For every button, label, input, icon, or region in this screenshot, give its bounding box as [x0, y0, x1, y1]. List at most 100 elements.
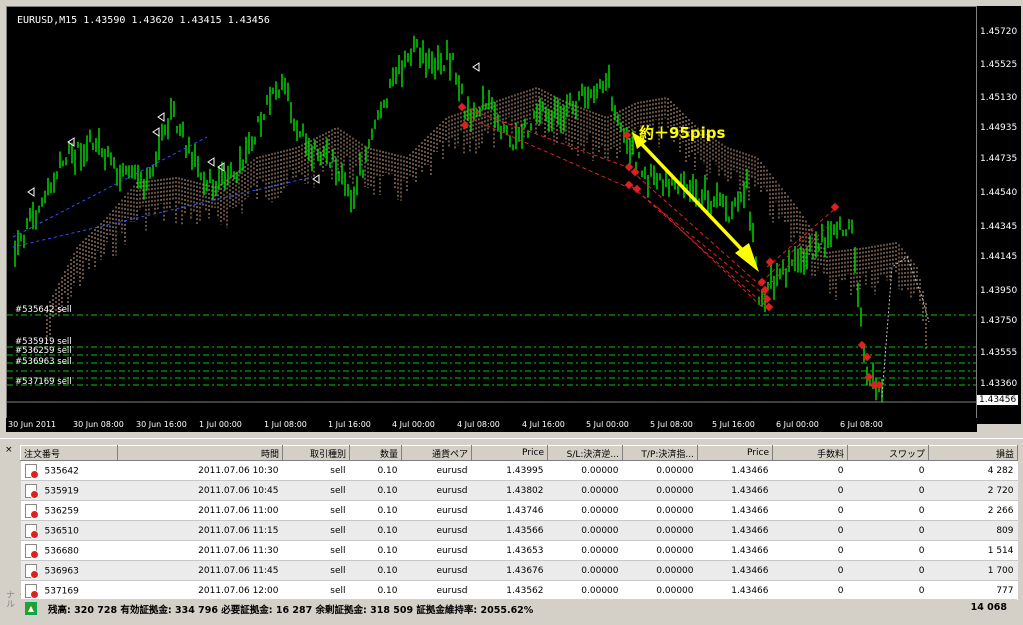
time-tick: 1 Jul 16:00 [328, 420, 371, 429]
col-profit[interactable]: 損益 [928, 445, 1018, 461]
order-row[interactable]: 535919 2011.07.06 10:45 sell 0.10 eurusd 1.43… [20, 480, 1018, 501]
order-profit: 2 720 [928, 480, 1018, 501]
order-row[interactable]: 536680 2011.07.06 11:30 sell 0.10 eurusd 1.43… [20, 540, 1018, 561]
ma-line [12, 176, 313, 248]
order-id: 537169 [44, 586, 79, 596]
time-scale[interactable]: 30 Jun 2011 30 Jun 08:00 30 Jun 16:00 1 Jul… [6, 418, 977, 432]
order-time: 2011.07.06 11:30 [117, 540, 283, 561]
balance-icon: ▲ [25, 602, 37, 615]
order-pair: eurusd [401, 560, 472, 581]
price-tick: 1.43750 [980, 316, 1018, 326]
order-row[interactable]: 537169 2011.07.06 12:00 sell 0.10 eurusd 1.43… [20, 580, 1018, 601]
order-row[interactable]: 536510 2011.07.06 11:15 sell 0.10 eurusd 1.43… [20, 520, 1018, 541]
order-profit: 809 [928, 520, 1018, 541]
order-sl: 0.00000 [547, 460, 623, 481]
order-swap: 0 [847, 540, 929, 561]
price-tick: 1.43555 [980, 348, 1018, 358]
account-summary-row: ▲ 残高: 320 728 有効証拠金: 334 796 必要証拠金: 16 2… [20, 599, 1017, 618]
order-id: 536963 [44, 566, 79, 576]
order-qty: 0.10 [349, 480, 402, 501]
order-sl: 0.00000 [547, 560, 623, 581]
trade-marker [764, 302, 774, 312]
trade-marker [460, 120, 470, 130]
price-tick: 1.45130 [980, 93, 1018, 103]
order-current-price: 1.43466 [697, 520, 773, 541]
order-time: 2011.07.06 11:15 [117, 520, 283, 541]
order-time: 2011.07.06 12:00 [117, 580, 283, 601]
order-swap: 0 [847, 560, 929, 581]
order-line-label: #536963 sell [15, 357, 72, 367]
order-id: 535642 [44, 466, 79, 476]
order-open-price: 1.43562 [471, 580, 548, 601]
orders-table: 注文番号 時間 取引種別 数量 通貨ペア Price S/L:決済逆... T/… [20, 445, 1018, 601]
signal-arrow-marker [157, 112, 165, 122]
order-tp: 0.00000 [622, 540, 698, 561]
order-id: 535919 [44, 486, 79, 496]
col-commission[interactable]: 手数料 [772, 445, 848, 461]
order-line-label: #535642 sell [15, 305, 72, 315]
order-line-label: #537169 sell [15, 377, 72, 387]
price-chart[interactable]: EURUSD,M15 1.43590 1.43620 1.43415 1.434… [6, 6, 977, 424]
order-commission: 0 [772, 480, 848, 501]
order-tp: 0.00000 [622, 500, 698, 521]
col-time[interactable]: 時間 [117, 445, 283, 461]
trade-marker [864, 372, 874, 382]
col-stop-loss[interactable]: S/L:決済逆... [547, 445, 623, 461]
order-current-price: 1.43466 [697, 480, 773, 501]
col-swap[interactable]: スワップ [847, 445, 929, 461]
order-id: 536680 [44, 546, 79, 556]
order-commission: 0 [772, 580, 848, 601]
order-type: sell [282, 460, 350, 481]
price-tick: 1.44345 [980, 222, 1018, 232]
order-time: 2011.07.06 10:30 [117, 460, 283, 481]
profit-annotation: 約＋95pips [639, 124, 726, 142]
order-id: 536510 [44, 526, 79, 536]
time-tick: 6 Jul 00:00 [776, 420, 819, 429]
col-take-profit[interactable]: T/P:決済指... [622, 445, 698, 461]
order-tp: 0.00000 [622, 580, 698, 601]
order-time: 2011.07.06 11:45 [117, 560, 283, 581]
order-row[interactable]: 536963 2011.07.06 11:45 sell 0.10 eurusd 1.43… [20, 560, 1018, 581]
order-profit: 2 266 [928, 500, 1018, 521]
order-type: sell [282, 480, 350, 501]
order-current-price: 1.43466 [697, 560, 773, 581]
time-tick: 6 Jul 08:00 [840, 420, 883, 429]
order-open-price: 1.43746 [471, 500, 548, 521]
price-tick: 1.45720 [980, 27, 1018, 37]
price-scale[interactable]: 1.45720 1.45525 1.45130 1.44935 1.44735 1.445… [977, 6, 1021, 424]
sell-order-icon [24, 503, 39, 519]
time-tick: 4 Jul 00:00 [392, 420, 435, 429]
col-current-price[interactable]: Price [697, 445, 773, 461]
price-tick: 1.45525 [980, 60, 1018, 70]
order-row[interactable]: 535642 2011.07.06 10:30 sell 0.10 eurusd 1.43… [20, 460, 1018, 481]
order-row[interactable]: 536259 2011.07.06 11:00 sell 0.10 eurusd 1.43… [20, 500, 1018, 521]
col-pair[interactable]: 通貨ペア [401, 445, 472, 461]
trade-marker [632, 184, 642, 194]
price-tick: 1.43360 [980, 379, 1018, 389]
col-order-id[interactable]: 注文番号 [20, 445, 118, 461]
col-type[interactable]: 取引種別 [282, 445, 350, 461]
time-tick: 5 Jul 08:00 [650, 420, 693, 429]
order-tp: 0.00000 [622, 560, 698, 581]
col-qty[interactable]: 数量 [349, 445, 402, 461]
order-swap: 0 [847, 580, 929, 601]
time-tick: 30 Jun 16:00 [136, 420, 187, 429]
trade-connector [766, 226, 828, 288]
profit-arrow-line [633, 135, 749, 257]
col-open-price[interactable]: Price [471, 445, 548, 461]
trade-marker [624, 162, 634, 172]
order-qty: 0.10 [349, 520, 402, 541]
terminal-close-icon[interactable]: × [5, 445, 13, 455]
time-tick: 1 Jul 08:00 [264, 420, 307, 429]
time-tick: 4 Jul 16:00 [522, 420, 565, 429]
order-type: sell [282, 560, 350, 581]
order-type: sell [282, 580, 350, 601]
price-tick: 1.44735 [980, 154, 1018, 164]
order-type: sell [282, 540, 350, 561]
order-pair: eurusd [401, 460, 472, 481]
order-qty: 0.10 [349, 560, 402, 581]
trade-connector [466, 116, 628, 188]
order-sl: 0.00000 [547, 480, 623, 501]
order-open-price: 1.43653 [471, 540, 548, 561]
order-swap: 0 [847, 480, 929, 501]
